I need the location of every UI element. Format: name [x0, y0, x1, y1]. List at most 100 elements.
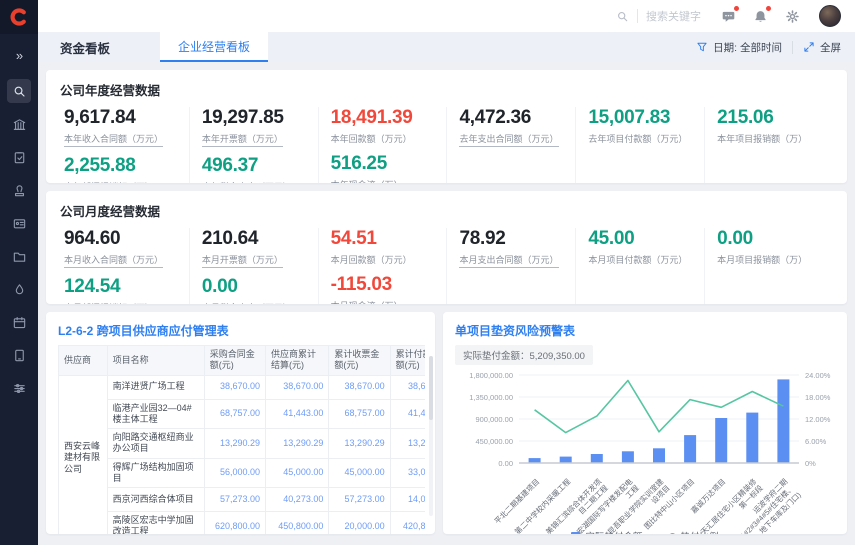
- tabbar-controls: 日期: 全部时间 全屏: [696, 32, 855, 62]
- amount-cell: 56,000.00: [204, 458, 265, 488]
- kpi-item: 54.51本月回款额（万元）: [331, 228, 439, 266]
- amount-cell: 20,000.00: [329, 512, 390, 535]
- kpi-label: 本年回款额（万元）: [331, 132, 439, 145]
- kpi-item: 215.06本年项目报销额（万）: [717, 107, 825, 145]
- table-scrollbar[interactable]: [429, 356, 433, 516]
- kpi-item: 964.60本月收入合同额（万元）: [64, 228, 181, 268]
- stamp-icon[interactable]: [7, 178, 31, 202]
- sidebar-expand-icon[interactable]: »: [16, 48, 22, 63]
- kpi-value: 215.06: [717, 107, 825, 129]
- toolbar-divider: [792, 41, 793, 54]
- building-icon[interactable]: [7, 112, 31, 136]
- ink-drop-icon[interactable]: [7, 277, 31, 301]
- tab-funds-dashboard[interactable]: 资金看板: [48, 32, 122, 62]
- svg-text:6.00%: 6.00%: [805, 437, 827, 446]
- amount-cell: 38,670.00: [265, 375, 328, 399]
- svg-text:0.00: 0.00: [498, 459, 513, 468]
- topbar-icons: [719, 7, 801, 25]
- table-header-cell: 供应商累计结算(元): [265, 346, 328, 376]
- kpi-label[interactable]: 本月开票额（万元）: [202, 253, 283, 268]
- kpi-label[interactable]: 本年收入合同额（万元）: [64, 132, 163, 147]
- amount-cell: 45,000.00: [265, 458, 328, 488]
- kpi-value: 45.00: [588, 228, 696, 250]
- search-divider: [637, 9, 638, 23]
- tablet-icon[interactable]: [7, 343, 31, 367]
- table-row[interactable]: 高陵区宏志中学加固改造工程620,800.00450,800.0020,000.…: [59, 512, 426, 535]
- table-header-cell: 累计付款金额(元): [390, 346, 425, 376]
- kpi-label[interactable]: 本月部门报销额（万）: [64, 301, 154, 304]
- amount-cell: 13,290.29: [390, 429, 425, 459]
- kpi-label[interactable]: 本年税金支出（万元）: [202, 180, 292, 183]
- risk-chart[interactable]: 1,800,000.0024.00%1,350,000.0018.00%900,…: [455, 369, 835, 527]
- kpi-value: 0.00: [202, 276, 310, 298]
- kpi-label[interactable]: 本年开票额（万元）: [202, 132, 283, 147]
- kpi-label: 本月项目报销额（万）: [717, 253, 825, 266]
- x-axis-labels: 平北二期基建项目第二中学校内采暖工程美锦汇滨综合体开发项目二期工程宏湖国际写字楼…: [455, 475, 835, 523]
- kpi-column: 18,491.39本年回款额（万元） 516.25本年现金流（万）: [318, 107, 447, 183]
- table-header-cell: 累计收票金额(元): [329, 346, 390, 376]
- sliders-icon[interactable]: [7, 376, 31, 400]
- avatar[interactable]: [819, 5, 841, 27]
- svg-text:18.00%: 18.00%: [805, 393, 831, 402]
- amount-cell: 33,000.00: [390, 458, 425, 488]
- table-row[interactable]: 向阳路交通枢纽商业办公项目13,290.2913,290.2913,290.29…: [59, 429, 426, 459]
- kpi-item: 9,617.84本年收入合同额（万元）: [64, 107, 181, 147]
- app-root: » 搜索关键字 资金看板 企业经营看板 日期: 全部时间: [0, 0, 855, 545]
- amount-cell: 450,800.00: [265, 512, 328, 535]
- kpi-label: 本年现金流（万）: [331, 178, 439, 183]
- project-name-cell: 南洋进贤广场工程: [107, 375, 204, 399]
- tab-enterprise-dashboard[interactable]: 企业经营看板: [160, 32, 268, 62]
- amount-cell: 41,443.00: [390, 399, 425, 429]
- bell-icon[interactable]: [751, 7, 769, 25]
- global-search-input[interactable]: 搜索关键字: [616, 8, 701, 24]
- search-icon[interactable]: [7, 79, 31, 103]
- kpi-value: 210.64: [202, 228, 310, 250]
- date-filter-label: 日期: 全部时间: [713, 40, 782, 55]
- fullscreen-button[interactable]: 全屏: [803, 40, 841, 55]
- kpi-column: 4,472.36去年支出合同额（万元）: [446, 107, 575, 183]
- kpi-label[interactable]: 本月税金支出（万元）: [202, 301, 292, 304]
- folder-icon[interactable]: [7, 244, 31, 268]
- payables-table-wrap[interactable]: 供应商项目名称采购合同金额(元)供应商累计结算(元)累计收票金额(元)累计付款金…: [58, 345, 425, 534]
- amount-cell: 38,670.00: [329, 375, 390, 399]
- tab-bar: 资金看板 企业经营看板 日期: 全部时间 全屏: [38, 32, 855, 62]
- kpi-column: 0.00本月项目报销额（万）: [704, 228, 833, 304]
- clipboard-icon[interactable]: [7, 145, 31, 169]
- table-scrollbar-thumb[interactable]: [429, 356, 433, 420]
- kpi-column: 210.64 本月开票额（万元） 0.00 本月税金支出（万元）: [189, 228, 318, 304]
- table-row[interactable]: 临港产业园32—04#楼主体工程68,757.0041,443.0068,757…: [59, 399, 426, 429]
- calendar-icon[interactable]: [7, 310, 31, 334]
- amount-cell: 57,273.00: [329, 488, 390, 512]
- kpi-label[interactable]: 本月支出合同额（万元）: [459, 253, 558, 268]
- kpi-item: 516.25本年现金流（万）: [331, 153, 439, 183]
- amount-cell: 13,290.29: [204, 429, 265, 459]
- logo-c-icon: [8, 6, 30, 28]
- date-filter-button[interactable]: 日期: 全部时间: [696, 40, 782, 55]
- risk-card-title: 单项目垫资风险预警表: [455, 322, 835, 339]
- kpi-column: 15,007.83去年项目付款额（万元）: [575, 107, 704, 183]
- table-row[interactable]: 得辉广场结构加固项目56,000.0045,000.0045,000.0033,…: [59, 458, 426, 488]
- kpi-label[interactable]: 本年部门报销额（万）: [64, 180, 154, 183]
- kpi-item: 18,491.39本年回款额（万元）: [331, 107, 439, 145]
- kpi-label[interactable]: 本月收入合同额（万元）: [64, 253, 163, 268]
- notification-badge: [734, 6, 739, 11]
- kpi-label[interactable]: 去年支出合同额（万元）: [459, 132, 558, 147]
- gear-icon[interactable]: [783, 7, 801, 25]
- table-row[interactable]: 西京河西综合体项目57,273.0040,273.0057,273.0014,0…: [59, 488, 426, 512]
- annual-kpi-grid: 9,617.84本年收入合同额（万元）2,255.88本年部门报销额（万）19,…: [60, 107, 833, 183]
- risk-chart-card: 单项目垫资风险预警表 实际垫付金额：5,209,350.00 1,800,000…: [443, 312, 847, 534]
- table-row[interactable]: 西安云峰建材有限公司南洋进贤广场工程38,670.0038,670.0038,6…: [59, 375, 426, 399]
- kpi-column: 215.06本年项目报销额（万）: [704, 107, 833, 183]
- kpi-column: 964.60本月收入合同额（万元）124.54本月部门报销额（万）: [60, 228, 189, 304]
- kpi-column: 9,617.84本年收入合同额（万元）2,255.88本年部门报销额（万）: [60, 107, 189, 183]
- supplier-cell: 西安云峰建材有限公司: [59, 375, 108, 534]
- svg-text:450,000.00: 450,000.00: [475, 437, 513, 446]
- svg-text:0%: 0%: [805, 459, 816, 468]
- app-logo[interactable]: [0, 0, 38, 34]
- kpi-label: 本月回款额（万元）: [331, 253, 439, 266]
- annual-data-card: 公司年度经营数据 9,617.84本年收入合同额（万元）2,255.88本年部门…: [46, 70, 847, 183]
- kpi-column: 54.51本月回款额（万元）-115.03本月现金流（万）: [318, 228, 447, 304]
- id-card-icon[interactable]: [7, 211, 31, 235]
- kpi-value: -115.03: [331, 274, 439, 296]
- message-icon[interactable]: [719, 7, 737, 25]
